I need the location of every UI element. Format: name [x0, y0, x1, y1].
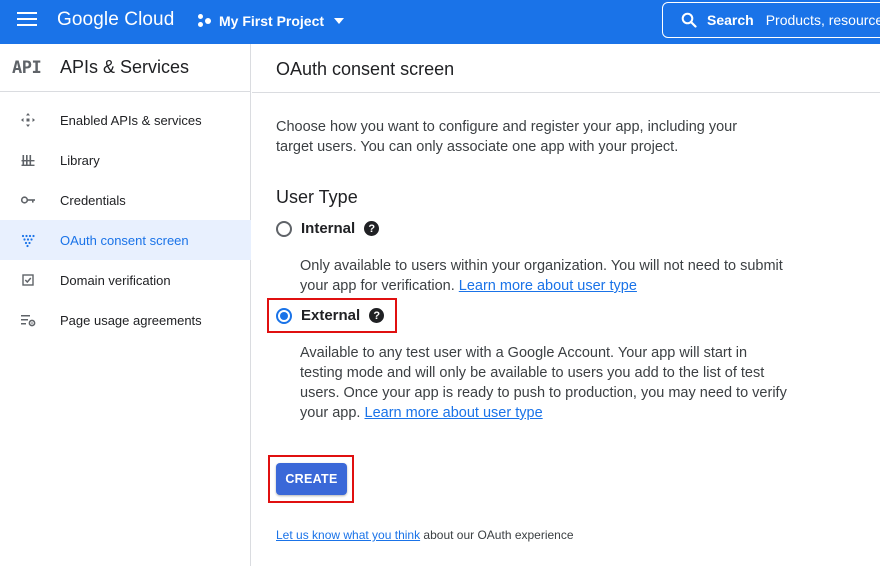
internal-radio[interactable] [276, 220, 292, 237]
sidebar-item-library[interactable]: Library [0, 140, 251, 180]
oauth-icon [21, 234, 35, 248]
sidebar-header: API APIs & Services [0, 44, 251, 92]
sidebar-item-oauth-consent-screen[interactable]: OAuth consent screen [0, 220, 251, 260]
sidebar-item-domain-verification[interactable]: Domain verification [0, 260, 251, 300]
hamburger-menu-icon[interactable] [17, 12, 37, 32]
project-dots-icon [197, 13, 213, 29]
search-icon [681, 12, 697, 28]
project-selector[interactable]: My First Project [197, 11, 345, 31]
chevron-down-icon [334, 18, 345, 24]
sidebar-nav: Enabled APIs & services Library Credenti… [0, 100, 251, 340]
learn-more-link[interactable]: Learn more about user type [459, 278, 637, 294]
external-radio[interactable] [276, 307, 292, 324]
user-type-heading: User Type [276, 187, 358, 207]
sidebar-item-label: Page usage agreements [60, 313, 202, 328]
external-option[interactable]: External ? [276, 307, 385, 324]
key-icon [20, 196, 35, 204]
enabled-apis-icon [21, 113, 35, 127]
internal-option[interactable]: Internal ? [276, 220, 380, 237]
intro-text: Choose how you want to configure and reg… [276, 119, 738, 155]
library-icon [21, 155, 35, 166]
sidebar-item-label: OAuth consent screen [60, 233, 189, 248]
checkbox-icon [22, 274, 34, 286]
help-icon[interactable]: ? [369, 308, 385, 323]
sidebar-item-label: Domain verification [60, 273, 171, 288]
search-input[interactable]: Search Products, resources [662, 2, 880, 38]
api-logo-icon: API [12, 58, 42, 78]
external-description: Available to any test user with a Google… [300, 343, 792, 423]
sidebar-item-enabled-apis[interactable]: Enabled APIs & services [0, 100, 251, 140]
sidebar-item-label: Enabled APIs & services [60, 113, 202, 128]
help-icon[interactable]: ? [364, 221, 380, 236]
sidebar-item-page-usage-agreements[interactable]: Page usage agreements [0, 300, 251, 340]
settings-list-icon [21, 315, 36, 327]
create-button[interactable]: CREATE [276, 463, 347, 495]
internal-label: Internal [301, 220, 356, 237]
sidebar-item-label: Library [60, 153, 100, 168]
google-cloud-logo[interactable]: Google Cloud [57, 9, 174, 31]
project-name: My First Project [219, 13, 325, 29]
search-label: Search [707, 12, 754, 28]
search-placeholder: Products, resources [765, 12, 880, 28]
sidebar: API APIs & Services Enabled APIs & servi… [0, 44, 251, 566]
external-label: External [301, 307, 361, 324]
sidebar-title: APIs & Services [60, 57, 190, 77]
feedback-text: about our OAuth experience [420, 528, 574, 542]
main-header: OAuth consent screen [252, 44, 880, 93]
feedback-link[interactable]: Let us know what you think [276, 528, 420, 542]
top-bar: Google Cloud My First Project Search Pro… [0, 0, 880, 44]
learn-more-link[interactable]: Learn more about user type [365, 405, 543, 421]
page-title: OAuth consent screen [276, 59, 455, 79]
internal-description: Only available to users within your orga… [300, 256, 792, 296]
sidebar-item-label: Credentials [60, 193, 126, 208]
sidebar-item-credentials[interactable]: Credentials [0, 180, 251, 220]
feedback-line: Let us know what you think about our OAu… [276, 528, 574, 542]
